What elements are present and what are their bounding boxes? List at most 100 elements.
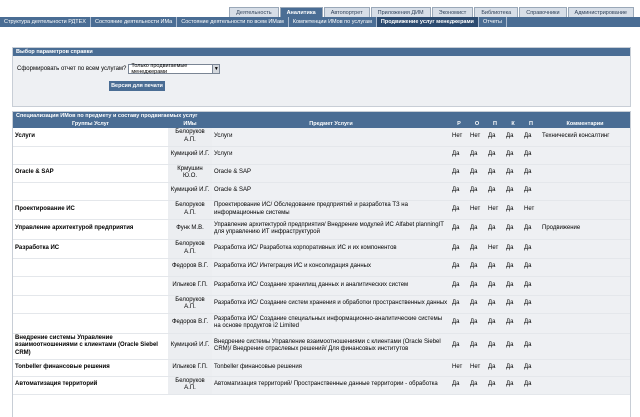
- flag-cell: Да: [522, 276, 540, 296]
- table-row: Ильиков Г.П. Разработка ИС/ Создание хран…: [13, 276, 630, 296]
- table-row: Кумицкий И.Г. Услуги Да Да Да Да Да: [13, 146, 630, 165]
- flag-cell: Да: [486, 182, 504, 201]
- sub-tab[interactable]: Структура деятельности РДТЕХ: [0, 17, 91, 27]
- sub-tab[interactable]: Продвижение услуг менеджерами: [376, 17, 479, 27]
- flag-cell: Нет: [450, 128, 468, 147]
- flag-cell: Да: [522, 164, 540, 183]
- group-cell: Управление архитектурой предприятия: [13, 219, 168, 240]
- chevron-down-icon[interactable]: ▼: [212, 65, 220, 73]
- flag-cell: Да: [450, 239, 468, 259]
- table-row: Белоруков А.П. Разработка ИС/ Создание си…: [13, 295, 630, 314]
- comment-cell: [540, 313, 630, 334]
- flag-cell: Да: [486, 313, 504, 334]
- subject-cell: Разработка ИС/ Разработка корпоративных …: [212, 239, 450, 259]
- group-cell: Услуги: [13, 128, 168, 147]
- specialization-title: Специализация ИМов по предмету и составу…: [13, 112, 630, 120]
- flag-cell: Да: [450, 164, 468, 183]
- flag-cell: Да: [522, 182, 540, 201]
- subject-cell: Разработка ИС/ Интеграция ИС и консолида…: [212, 258, 450, 277]
- flag-cell: Да: [504, 295, 522, 314]
- table-row: Услуги Белоруков А.П. Услуги Нет Нет Да Да Да Те…: [13, 128, 630, 147]
- flag-cell: Да: [522, 258, 540, 277]
- group-cell: Автоматизация территорий: [13, 376, 168, 395]
- group-cell: Oracle & SAP: [13, 164, 168, 183]
- flag-cell: Да: [450, 258, 468, 277]
- top-bar: Деятельность Аналитика Автопортрет Приложен…: [0, 0, 640, 17]
- table-row: Проектирование ИС Белоруков А.П. Проектиро…: [13, 200, 630, 220]
- flag-cell: Да: [504, 128, 522, 147]
- main-tab[interactable]: Экономист: [431, 7, 474, 17]
- manager-cell: Белоруков А.П.: [168, 239, 212, 259]
- column-header: К: [504, 120, 522, 128]
- flag-cell: Да: [450, 333, 468, 360]
- flag-cell: Да: [522, 128, 540, 147]
- flag-cell: Да: [468, 295, 486, 314]
- flag-cell: Да: [504, 182, 522, 201]
- flag-cell: Да: [486, 333, 504, 360]
- table-row: Федоров В.Г. Разработка ИС/ Интеграция ИС…: [13, 258, 630, 277]
- flag-cell: Нет: [468, 359, 486, 377]
- flag-cell: Да: [486, 359, 504, 377]
- comment-cell: [540, 333, 630, 360]
- flag-cell: Да: [468, 313, 486, 334]
- manager-cell: Кумицкий И.Г.: [168, 146, 212, 165]
- subject-cell: Oracle & SAP: [212, 164, 450, 183]
- group-cell: [13, 295, 168, 314]
- subject-cell: Разработка ИС/ Создание систем хранения …: [212, 295, 450, 314]
- sub-tab[interactable]: Состояние деятельности по всем ИМам: [177, 17, 289, 27]
- flag-cell: Да: [468, 164, 486, 183]
- flag-cell: Да: [450, 295, 468, 314]
- flag-cell: Да: [504, 376, 522, 395]
- table-row: Внедрение системы Управление взаимоотнош…: [13, 333, 630, 360]
- flag-cell: Да: [504, 359, 522, 377]
- main-tab[interactable]: Администрирование: [567, 7, 634, 17]
- table-row: Федоров В.Г. Разработка ИС/ Создание спец…: [13, 313, 630, 334]
- sub-tab[interactable]: Отчеты: [479, 17, 507, 27]
- sub-tab[interactable]: Состояние деятельности ИМа: [91, 17, 178, 27]
- flag-cell: Да: [504, 276, 522, 296]
- manager-cell: Кумицкий И.Г.: [168, 333, 212, 360]
- main-tab[interactable]: Библиотека: [474, 7, 519, 17]
- column-header: О: [468, 120, 486, 128]
- column-header: П: [522, 120, 540, 128]
- comment-cell: Продвижение: [540, 219, 630, 240]
- comment-cell: [540, 239, 630, 259]
- main-tab[interactable]: Деятельность: [229, 7, 279, 17]
- manager-cell: Федоров В.Г.: [168, 313, 212, 334]
- comment-cell: [540, 146, 630, 165]
- flag-cell: Да: [486, 258, 504, 277]
- flag-cell: Да: [522, 239, 540, 259]
- comment-cell: [540, 376, 630, 395]
- manager-cell: Ильиков Г.П.: [168, 359, 212, 377]
- table-row: Разработка ИС Белоруков А.П. Разработка ИС…: [13, 239, 630, 259]
- subject-cell: Tonbeller финансовые решения: [212, 359, 450, 377]
- table-header-row: Группы Услуг ИМы Предмет Услуги Р О П К П Коммен…: [13, 120, 630, 128]
- group-cell: [13, 313, 168, 334]
- sub-tab[interactable]: Компетенции ИМов по услугам: [289, 17, 377, 27]
- group-cell: [13, 146, 168, 165]
- comment-cell: Технический консалтинг: [540, 128, 630, 147]
- services-select-value: Только продвигаемые менеджерами: [131, 63, 188, 75]
- flag-cell: Да: [450, 376, 468, 395]
- group-cell: Проектирование ИС: [13, 200, 168, 220]
- group-cell: Внедрение системы Управление взаимоотнош…: [13, 333, 168, 360]
- services-select[interactable]: Только продвигаемые менеджерами ▼: [128, 63, 221, 75]
- specialization-table: Группы Услуг ИМы Предмет Услуги Р О П К П Коммен…: [13, 120, 630, 395]
- main-tab[interactable]: Приложения ДИМ: [370, 7, 431, 17]
- flag-cell: Да: [468, 219, 486, 240]
- main-tab[interactable]: Аналитика: [279, 7, 323, 17]
- column-header: Комментарии: [540, 120, 630, 128]
- flag-cell: Да: [468, 258, 486, 277]
- flag-cell: Да: [468, 182, 486, 201]
- manager-cell: Ильиков Г.П.: [168, 276, 212, 296]
- print-version-button[interactable]: Версия для печати: [109, 81, 165, 91]
- flag-cell: Да: [450, 200, 468, 220]
- group-cell: [13, 276, 168, 296]
- flag-cell: Да: [486, 295, 504, 314]
- group-cell: Разработка ИС: [13, 239, 168, 259]
- main-tab[interactable]: Справочники: [519, 7, 567, 17]
- table-row: Oracle & SAP Крмушин Ю.О. Oracle & SAP Да Да…: [13, 164, 630, 183]
- table-row: Кумицкий И.Г. Oracle & SAP Да Да Да Да Да: [13, 182, 630, 201]
- main-tab[interactable]: Автопортрет: [323, 7, 370, 17]
- column-header: П: [486, 120, 504, 128]
